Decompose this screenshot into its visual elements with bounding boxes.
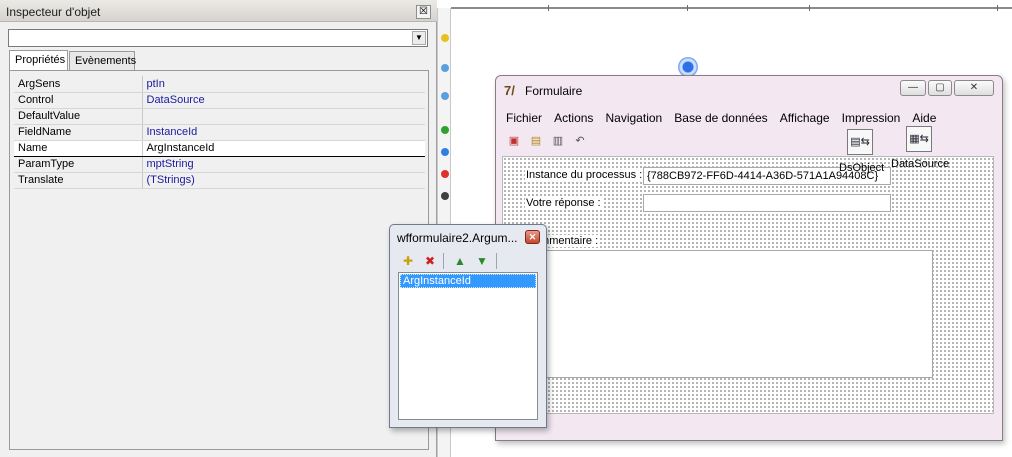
menu-affichage[interactable]: Affichage [780, 111, 830, 125]
property-value[interactable]: InstanceId [142, 124, 425, 141]
menu-fichier[interactable]: Fichier [506, 111, 542, 125]
property-value[interactable]: mptString [142, 156, 425, 173]
document-icon[interactable]: ▤ [528, 133, 544, 149]
property-name: ArgSens [14, 76, 143, 93]
property-value[interactable]: DataSource [142, 92, 425, 109]
palette-tool-icon[interactable] [441, 126, 449, 134]
menu-base-de-donnees[interactable]: Base de données [674, 111, 767, 125]
property-row[interactable]: Control DataSource [14, 92, 425, 109]
ruler-mark [548, 5, 549, 11]
property-name: Name [14, 139, 143, 157]
calendar-delete-icon[interactable]: ▣ [506, 133, 522, 149]
property-name: DefaultValue [14, 108, 143, 125]
undo-icon[interactable]: ↶ [572, 133, 588, 149]
property-value[interactable] [142, 108, 425, 125]
dsobject-component-icon[interactable]: ▤⇆ [847, 129, 873, 155]
move-down-icon[interactable]: ▼ [474, 253, 490, 269]
tab-properties[interactable]: Propriétés [9, 50, 68, 71]
property-name: Translate [14, 172, 143, 189]
toolbar-separator [443, 253, 444, 269]
form-menu-bar: Fichier Actions Navigation Base de donné… [506, 111, 945, 127]
maximize-button[interactable]: ▢ [928, 80, 952, 96]
form-title: Formulaire [525, 84, 583, 98]
component-selector-combo[interactable]: ▼ [8, 29, 428, 47]
arguments-title: wfformulaire2.Argum... [397, 231, 518, 245]
list-item[interactable]: ArgInstanceId [400, 274, 536, 288]
palette-tool-icon[interactable] [441, 34, 449, 42]
close-icon[interactable]: ✕ [525, 230, 540, 244]
ruler-mark [687, 5, 688, 11]
ruler-mark [997, 5, 998, 11]
object-inspector-window: Inspecteur d'objet ☒ ▼ Propriétés Evènem… [0, 0, 437, 457]
add-argument-icon[interactable]: ✚ [400, 253, 416, 269]
menu-aide[interactable]: Aide [912, 111, 936, 125]
palette-tool-icon[interactable] [441, 64, 449, 72]
form-design-surface[interactable]: Instance du processus : {788CB972-FF6D-4… [502, 156, 994, 414]
process-label: Instance du processus : [525, 169, 644, 181]
datasource-label: DataSource [891, 158, 950, 170]
property-row[interactable]: ArgSens ptIn [14, 76, 425, 93]
answer-field[interactable] [643, 194, 891, 212]
property-value[interactable]: ptIn [142, 76, 425, 93]
property-row[interactable]: Translate (TStrings) [14, 172, 425, 189]
app-icon: 7/ [504, 83, 515, 98]
arguments-toolbar: ✚ ✖ ▲ ▼ [398, 251, 538, 271]
property-name: FieldName [14, 124, 143, 141]
arguments-window: wfformulaire2.Argum... ✕ ✚ ✖ ▲ ▼ ArgInst… [389, 224, 547, 428]
dsobject-label: DsObject [839, 162, 885, 174]
chevron-down-icon[interactable]: ▼ [412, 31, 426, 45]
location-marker-icon[interactable] [678, 57, 698, 77]
comment-memo[interactable] [525, 250, 933, 378]
ruler-mark [809, 5, 810, 11]
property-row[interactable]: DefaultValue [14, 108, 425, 125]
property-name: ParamType [14, 156, 143, 173]
delete-argument-icon[interactable]: ✖ [422, 253, 438, 269]
property-value[interactable]: (TStrings) [142, 172, 425, 189]
property-grid: ArgSens ptIn Control DataSource DefaultV… [14, 76, 425, 189]
menu-impression[interactable]: Impression [842, 111, 901, 125]
property-row[interactable]: ParamType mptString [14, 156, 425, 173]
inspector-title: Inspecteur d'objet [6, 5, 101, 19]
property-value-editor[interactable]: ArgInstanceId [142, 139, 425, 157]
arguments-list: ArgInstanceId [398, 272, 538, 420]
property-row[interactable]: FieldName InstanceId [14, 124, 425, 141]
copy-icon[interactable]: ▥ [550, 133, 566, 149]
datasource-component-icon[interactable]: ▦⇆ [906, 126, 932, 152]
property-row-selected[interactable]: Name ArgInstanceId [14, 139, 425, 157]
close-button[interactable]: ✕ [954, 80, 994, 96]
menu-navigation[interactable]: Navigation [606, 111, 663, 125]
toolbar-separator [496, 253, 497, 269]
tab-events[interactable]: Evènements [69, 51, 136, 71]
formulaire-window: 7/ Formulaire — ▢ ✕ Fichier Actions Navi… [495, 75, 1003, 441]
palette-tool-icon[interactable] [441, 170, 449, 178]
palette-tool-icon[interactable] [441, 192, 449, 200]
inspector-title-bar[interactable]: Inspecteur d'objet ☒ [0, 0, 437, 22]
minimize-button[interactable]: — [900, 80, 926, 96]
property-name: Control [14, 92, 143, 109]
move-up-icon[interactable]: ▲ [452, 253, 468, 269]
close-icon[interactable]: ☒ [416, 5, 431, 19]
ruler-line [451, 5, 1012, 11]
property-grid-panel: ArgSens ptIn Control DataSource DefaultV… [9, 70, 429, 450]
palette-tool-icon[interactable] [441, 148, 449, 156]
answer-label: Votre réponse : [525, 197, 602, 209]
form-bottom-frame [502, 416, 994, 434]
palette-tool-icon[interactable] [441, 92, 449, 100]
menu-actions[interactable]: Actions [554, 111, 593, 125]
